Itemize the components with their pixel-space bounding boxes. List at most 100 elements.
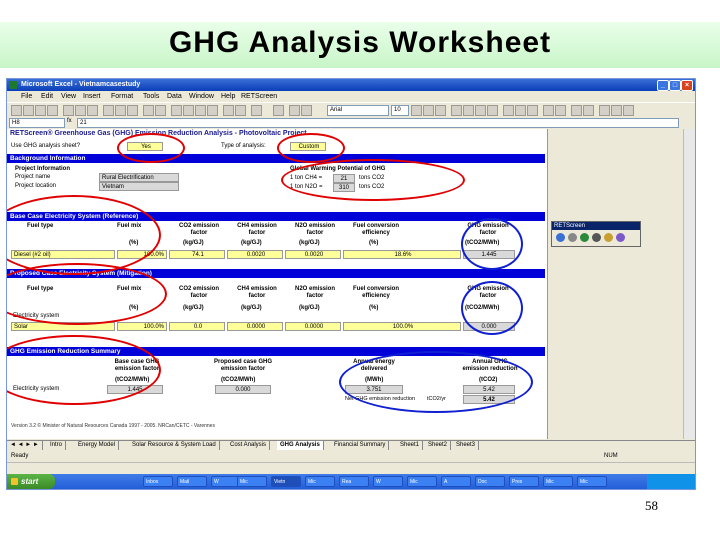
zoom-icon[interactable]	[251, 105, 262, 116]
proposed-efficiency-cell[interactable]: 100.0%	[343, 322, 461, 331]
base-efficiency-cell[interactable]: 18.6%	[343, 250, 461, 259]
tab-solar-resource[interactable]: Solar Resource & System Load	[129, 441, 220, 450]
font-size-select[interactable]: 10	[391, 105, 409, 116]
undo-icon[interactable]	[143, 105, 154, 116]
menu-tools[interactable]: Tools	[143, 91, 159, 102]
base-co2-cell[interactable]: 74.1	[169, 250, 225, 259]
print-preview-icon[interactable]	[75, 105, 86, 116]
align-left-icon[interactable]	[451, 105, 462, 116]
sort-ascending-icon[interactable]	[195, 105, 206, 116]
taskbar-item[interactable]: Pres	[509, 476, 539, 487]
print-icon[interactable]	[63, 105, 74, 116]
tab-ghg-analysis[interactable]: GHG Analysis	[277, 441, 324, 450]
copy-icon[interactable]	[115, 105, 126, 116]
menu-insert[interactable]: Insert	[83, 91, 101, 102]
menu-help[interactable]: Help	[221, 91, 235, 102]
currency-icon[interactable]	[503, 105, 514, 116]
start-button[interactable]: start	[7, 474, 55, 489]
decrease-indent-icon[interactable]	[571, 105, 582, 116]
align-center-icon[interactable]	[463, 105, 474, 116]
align-right-icon[interactable]	[475, 105, 486, 116]
tab-sheet3[interactable]: Sheet3	[453, 441, 480, 450]
taskbar-item[interactable]: Mic	[237, 476, 267, 487]
menu-data[interactable]: Data	[167, 91, 182, 102]
proposed-ch4-cell[interactable]: 0.0000	[227, 322, 283, 331]
tab-cost-analysis[interactable]: Cost Analysis	[227, 441, 271, 450]
increase-decimal-icon[interactable]	[543, 105, 554, 116]
taskbar-item[interactable]: W	[373, 476, 403, 487]
menu-view[interactable]: View	[61, 91, 76, 102]
help-icon[interactable]	[273, 105, 284, 116]
permission-icon[interactable]	[47, 105, 58, 116]
font-name-select[interactable]: Arial	[327, 105, 389, 116]
italic-icon[interactable]	[423, 105, 434, 116]
comma-icon[interactable]	[527, 105, 538, 116]
fx-icon[interactable]: fx	[67, 118, 72, 124]
proposed-fuel-mix-cell[interactable]: 100.0%	[117, 322, 167, 331]
tab-scroll-arrows[interactable]: ◄ ◄ ► ►	[7, 441, 43, 450]
worksheet-grid[interactable]: RETScreen® Greenhouse Gas (GHG) Emission…	[7, 129, 548, 439]
spelling-icon[interactable]	[87, 105, 98, 116]
menu-format[interactable]: Format	[111, 91, 133, 102]
proposed-n2o-cell[interactable]: 0.0000	[285, 322, 341, 331]
retscreen-toolbar-popup[interactable]: RETScreen	[551, 221, 641, 247]
retscreen-tool2-icon[interactable]	[301, 105, 312, 116]
underline-icon[interactable]	[435, 105, 446, 116]
merge-center-icon[interactable]	[487, 105, 498, 116]
base-ch4-cell[interactable]: 0.0020	[227, 250, 283, 259]
vertical-scrollbar[interactable]	[683, 129, 695, 439]
taskbar-item[interactable]: Mic	[305, 476, 335, 487]
tab-financial-summary[interactable]: Financial Summary	[331, 441, 390, 450]
bold-icon[interactable]	[411, 105, 422, 116]
base-n2o-cell[interactable]: 0.0020	[285, 250, 341, 259]
tab-intro[interactable]: Intro	[47, 441, 67, 450]
drawing-icon[interactable]	[235, 105, 246, 116]
save-icon[interactable]	[35, 105, 46, 116]
tab-energy-model[interactable]: Energy Model	[75, 441, 120, 450]
taskbar-item[interactable]: Doc	[475, 476, 505, 487]
borders-icon[interactable]	[599, 105, 610, 116]
hyperlink-icon[interactable]	[171, 105, 182, 116]
taskbar-item[interactable]: Mail	[177, 476, 207, 487]
retscreen-tools-icon[interactable]	[604, 233, 613, 242]
maximize-button[interactable]: □	[669, 80, 681, 91]
sort-descending-icon[interactable]	[207, 105, 218, 116]
taskbar-item[interactable]: Mic	[577, 476, 607, 487]
autosum-icon[interactable]	[183, 105, 194, 116]
chart-wizard-icon[interactable]	[223, 105, 234, 116]
taskbar-item[interactable]: Inbox	[143, 476, 173, 487]
new-icon[interactable]	[11, 105, 22, 116]
retscreen-tool-icon[interactable]	[289, 105, 300, 116]
retscreen-units-icon[interactable]	[556, 233, 565, 242]
taskbar-item[interactable]: Mic	[407, 476, 437, 487]
retscreen-currency-icon[interactable]	[568, 233, 577, 242]
fill-color-icon[interactable]	[611, 105, 622, 116]
close-button[interactable]: ×	[681, 80, 693, 91]
retscreen-help-icon[interactable]	[616, 233, 625, 242]
proposed-co2-cell[interactable]: 0.0	[169, 322, 225, 331]
tab-sheet1[interactable]: Sheet1	[397, 441, 424, 450]
retscreen-globe-icon[interactable]	[580, 233, 589, 242]
retscreen-options-icon[interactable]	[592, 233, 601, 242]
menu-retscreen[interactable]: RETScreen	[241, 91, 277, 102]
taskbar-item[interactable]: Mic	[543, 476, 573, 487]
highlight-proposed-ghg-factor	[461, 281, 523, 335]
menu-file[interactable]: File	[21, 91, 32, 102]
increase-indent-icon[interactable]	[583, 105, 594, 116]
percent-icon[interactable]	[515, 105, 526, 116]
taskbar-item[interactable]: A	[441, 476, 471, 487]
formula-input[interactable]: 21	[77, 118, 679, 128]
redo-icon[interactable]	[155, 105, 166, 116]
decrease-decimal-icon[interactable]	[555, 105, 566, 116]
open-icon[interactable]	[23, 105, 34, 116]
name-box[interactable]: H8	[9, 118, 65, 128]
cut-icon[interactable]	[103, 105, 114, 116]
font-color-icon[interactable]	[623, 105, 634, 116]
taskbar-item-active[interactable]: Vietn	[271, 476, 301, 487]
tab-sheet2[interactable]: Sheet2	[425, 441, 452, 450]
menu-window[interactable]: Window	[189, 91, 214, 102]
menu-edit[interactable]: Edit	[41, 91, 53, 102]
minimize-button[interactable]: _	[657, 80, 669, 91]
taskbar-item[interactable]: Rea	[339, 476, 369, 487]
paste-icon[interactable]	[127, 105, 138, 116]
